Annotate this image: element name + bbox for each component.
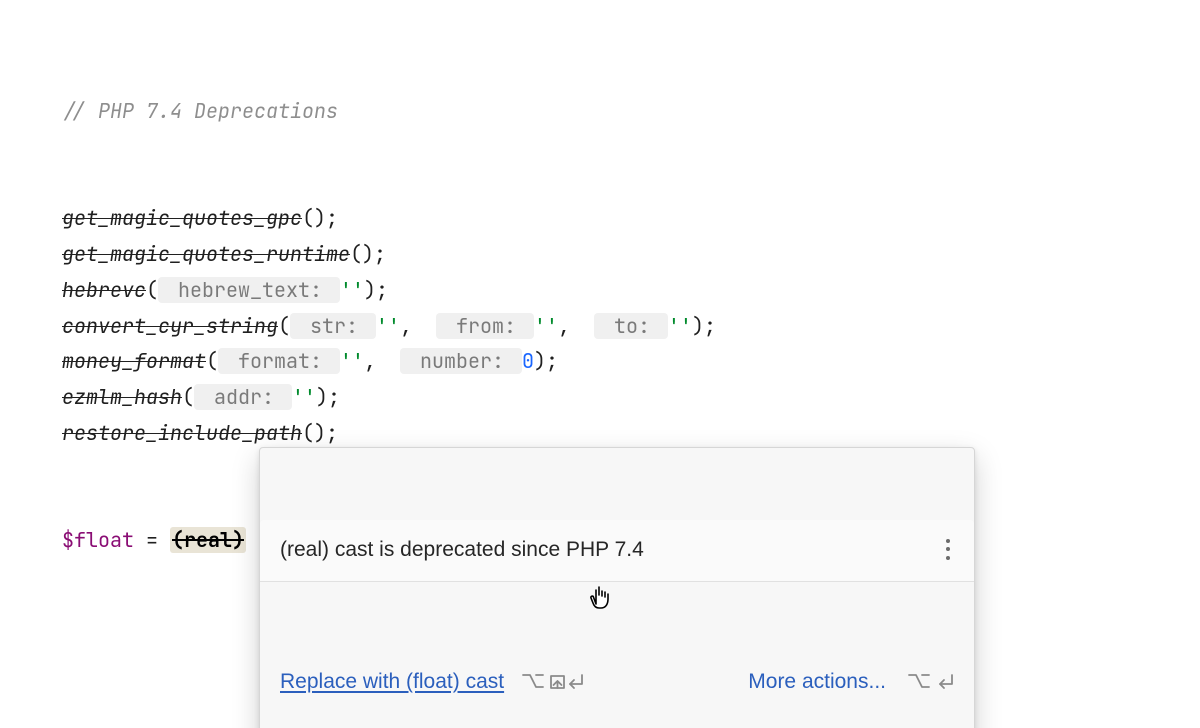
param-hint: addr:: [194, 384, 292, 410]
code-line-hebrevc: hebrevc( hebrew_text: '');: [62, 277, 388, 303]
variable: $float: [62, 527, 134, 553]
deprecated-fn: get_magic_quotes_runtime: [62, 241, 350, 267]
quickfix-primary-action[interactable]: Replace with (float) cast: [280, 664, 504, 700]
param-hint: hebrew_text:: [158, 277, 340, 303]
deprecated-cast[interactable]: (real): [170, 527, 246, 553]
inspection-actions: Replace with (float) cast More actions..…: [260, 654, 974, 712]
code-line-money: money_format( format: '', number: 0);: [62, 348, 558, 374]
code-line-rip: restore_include_path();: [62, 420, 338, 446]
inspection-title: (real) cast is deprecated since PHP 7.4: [280, 532, 644, 568]
shortcut-hint-opt-enter: [908, 671, 954, 693]
deprecated-fn: money_format: [62, 348, 206, 374]
blank-line: [62, 130, 1200, 166]
deprecated-fn: convert_cyr_string: [62, 313, 278, 339]
deprecated-fn: get_magic_quotes_gpc: [62, 205, 302, 231]
param-hint: to:: [594, 313, 668, 339]
param-hint: format:: [218, 348, 340, 374]
param-hint: str:: [290, 313, 376, 339]
param-hint: from:: [436, 313, 534, 339]
inspection-header: (real) cast is deprecated since PHP 7.4: [260, 520, 974, 583]
code-line-gmq: get_magic_quotes_gpc();: [62, 205, 338, 231]
quickfix-more-actions[interactable]: More actions...: [748, 664, 886, 700]
code-line-ccs: convert_cyr_string( str: '', from: '', t…: [62, 313, 716, 339]
deprecated-fn: hebrevc: [62, 277, 146, 303]
deprecated-fn: restore_include_path: [62, 420, 302, 446]
code-editor[interactable]: // PHP 7.4 Deprecations get_magic_quotes…: [0, 0, 1200, 728]
more-options-icon[interactable]: [942, 535, 954, 564]
code-comment: // PHP 7.4 Deprecations: [62, 98, 338, 124]
param-hint: number:: [400, 348, 522, 374]
deprecated-fn: ezmlm_hash: [62, 384, 182, 410]
code-line-ezmlm: ezmlm_hash( addr: '');: [62, 384, 340, 410]
code-line-gmqr: get_magic_quotes_runtime();: [62, 241, 386, 267]
shortcut-hint-opt-shift-enter: [522, 671, 584, 693]
inspection-popup: (real) cast is deprecated since PHP 7.4 …: [259, 447, 975, 728]
